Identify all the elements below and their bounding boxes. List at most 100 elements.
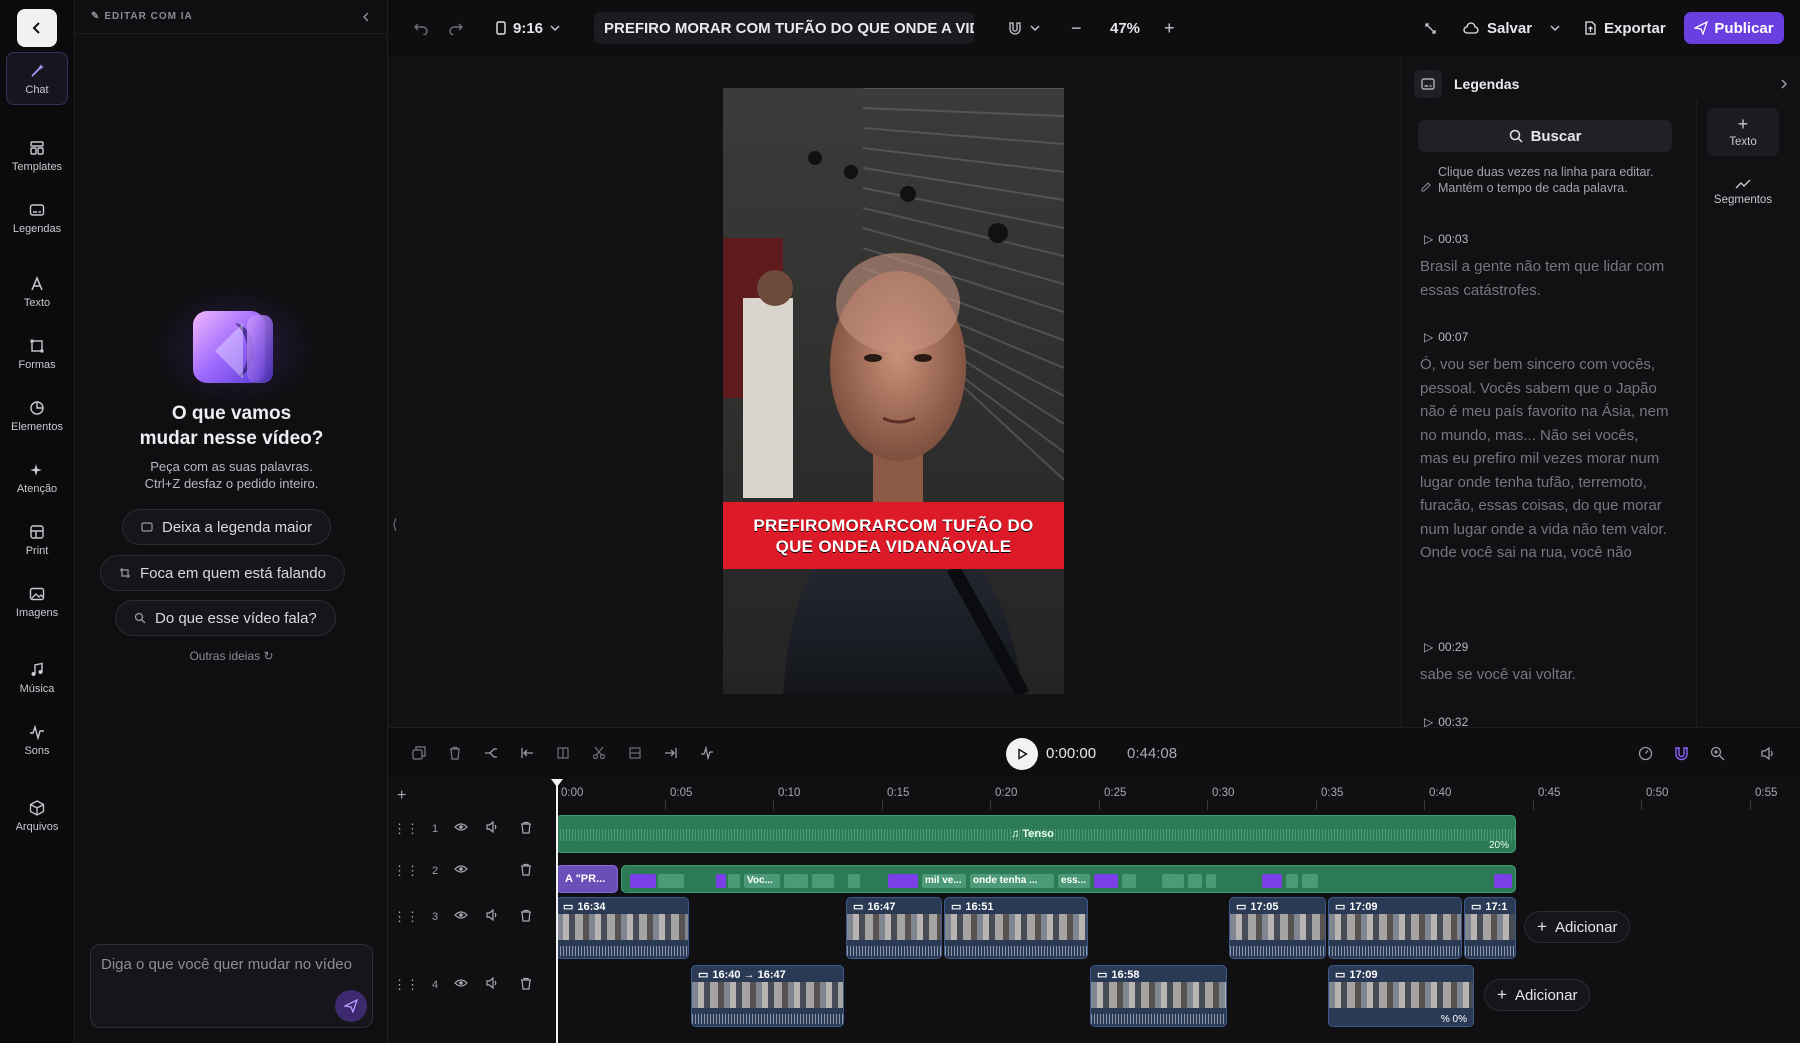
zoom-in-icon[interactable]: [1710, 746, 1725, 761]
segment-time[interactable]: ▷ 00:29: [1424, 640, 1468, 654]
drag-handle-icon[interactable]: ⋮⋮: [393, 977, 419, 993]
split-icon[interactable]: [484, 746, 498, 760]
rail-item-atencao[interactable]: Atenção: [6, 462, 68, 495]
suggestion-chip[interactable]: Deixa a legenda maior: [122, 509, 332, 545]
volume-icon[interactable]: [486, 821, 499, 833]
ai-prompt-input[interactable]: Diga o que você quer mudar no vídeo: [90, 944, 373, 1028]
rail-item-legendas[interactable]: Legendas: [6, 202, 68, 235]
rail-item-musica[interactable]: Música: [6, 662, 68, 695]
drag-handle-icon[interactable]: ⋮⋮: [393, 863, 419, 879]
video-clip[interactable]: ▭ 17:05: [1229, 897, 1326, 959]
rail-item-templates[interactable]: Templates: [6, 140, 68, 173]
duplicate-icon[interactable]: [412, 746, 426, 760]
video-clip[interactable]: ▭ 16:40 → 16:47: [691, 965, 844, 1027]
collapse-panel-button[interactable]: [361, 11, 371, 22]
rail-item-imagens[interactable]: Imagens: [6, 586, 68, 619]
rail-item-label: Print: [25, 545, 49, 557]
rail-item-chat[interactable]: Chat: [6, 52, 68, 105]
add-track-button[interactable]: +: [397, 787, 406, 805]
segment-time[interactable]: ▷ 00:03: [1424, 232, 1468, 246]
segment-text[interactable]: sabe se você vai voltar.: [1420, 663, 1670, 687]
trash-icon[interactable]: [520, 909, 532, 922]
back-button[interactable]: [17, 9, 57, 47]
eye-icon[interactable]: [454, 910, 468, 920]
save-options-button[interactable]: [1550, 0, 1560, 56]
drag-handle-icon[interactable]: ⋮⋮: [393, 909, 419, 925]
aspect-ratio-select[interactable]: 9:16: [496, 0, 560, 56]
project-title-input[interactable]: PREFIRO MORAR COM TUFÃO DO QUE ONDE A VI…: [594, 12, 974, 44]
other-ideas-link[interactable]: Outras ideias ↻: [75, 649, 388, 663]
trash-icon[interactable]: [520, 977, 532, 990]
video-caption[interactable]: PREFIROMORARCOM TUFÃO DO QUE ONDEA VIDAN…: [723, 502, 1064, 569]
rail-item-sons[interactable]: Sons: [6, 724, 68, 757]
eye-icon[interactable]: [454, 864, 468, 874]
video-clip[interactable]: ▭ 17:1: [1464, 897, 1516, 959]
add-text-button[interactable]: + Texto: [1707, 108, 1779, 156]
rail-item-arquivos[interactable]: Arquivos: [6, 800, 68, 833]
speed-icon[interactable]: [1638, 746, 1653, 761]
caption-words-track[interactable]: Voc... mil ve... onde tenha ... ess...: [621, 865, 1516, 893]
export-button[interactable]: Exportar: [1584, 0, 1666, 56]
eye-icon[interactable]: [454, 822, 468, 832]
segment-time[interactable]: ▷ 00:07: [1424, 330, 1468, 344]
segment-text[interactable]: Ó, vou ser bem sincero com vocês, pessoa…: [1420, 353, 1670, 565]
rail-item-label: Chat: [25, 84, 49, 96]
video-clip[interactable]: ▭ 16:51: [944, 897, 1088, 959]
resize-button[interactable]: [1424, 0, 1437, 56]
suggestion-chip[interactable]: Foca em quem está falando: [100, 555, 345, 591]
eye-icon[interactable]: [454, 978, 468, 988]
volume-icon[interactable]: [1760, 746, 1775, 761]
add-clip-button[interactable]: + Adicionar: [1524, 911, 1631, 943]
video-preview[interactable]: PREFIROMORARCOM TUFÃO DO QUE ONDEA VIDAN…: [723, 88, 1064, 694]
publish-button[interactable]: Publicar: [1684, 12, 1784, 44]
add-clip-button[interactable]: + Adicionar: [1484, 979, 1591, 1011]
play-button[interactable]: [1006, 738, 1038, 770]
zoom-out-button[interactable]: −: [1071, 0, 1082, 56]
trim-start-icon[interactable]: [520, 746, 534, 760]
audio-wave-icon[interactable]: [700, 746, 714, 760]
video-clip[interactable]: ▭ 17:09 % 0%: [1328, 965, 1474, 1027]
search-button[interactable]: Buscar: [1418, 120, 1672, 152]
volume-icon[interactable]: [486, 977, 499, 989]
track-number: 1: [432, 823, 439, 835]
play-icon: ▷: [1424, 330, 1434, 344]
suggestion-chip[interactable]: Do que esse vídeo fala?: [115, 600, 336, 636]
rail-item-elementos[interactable]: Elementos: [6, 400, 68, 433]
trash-icon[interactable]: [448, 746, 462, 760]
volume-icon[interactable]: [486, 909, 499, 921]
playhead-handle[interactable]: [551, 779, 563, 787]
merge-icon[interactable]: [628, 746, 642, 760]
caption-style-clip[interactable]: A "PR...: [556, 865, 618, 893]
ruler-label: 0:20: [995, 787, 1018, 799]
rail-item-texto[interactable]: Texto: [6, 276, 68, 309]
video-clip[interactable]: ▭ 16:58: [1090, 965, 1227, 1027]
video-clip[interactable]: ▭ 16:47: [846, 897, 942, 959]
crop-icon[interactable]: [556, 746, 570, 760]
magnet-snap-button[interactable]: [1008, 0, 1040, 56]
rail-item-formas[interactable]: Formas: [6, 338, 68, 371]
magnet-icon[interactable]: [1674, 746, 1689, 761]
trash-icon[interactable]: [520, 821, 532, 834]
collapse-left-handle[interactable]: ⟨: [392, 516, 397, 533]
scissors-icon[interactable]: [592, 746, 606, 760]
drag-handle-icon[interactable]: ⋮⋮: [393, 821, 419, 837]
subtitles-side-tools: + Texto Segmentos: [1696, 100, 1800, 727]
trash-icon[interactable]: [520, 863, 532, 876]
zoom-in-button[interactable]: +: [1164, 0, 1175, 56]
save-button[interactable]: Salvar: [1463, 0, 1532, 56]
segment-text[interactable]: Brasil a gente não tem que lidar com ess…: [1420, 255, 1670, 302]
playhead[interactable]: [556, 779, 558, 1043]
send-button[interactable]: [335, 990, 367, 1022]
video-clip[interactable]: ▭ 16:34: [556, 897, 689, 959]
search-icon: [1509, 129, 1523, 143]
segments-button[interactable]: Segmentos: [1707, 178, 1779, 206]
trim-end-icon[interactable]: [664, 746, 678, 760]
rail-item-print[interactable]: Print: [6, 524, 68, 557]
ruler-label: 0:30: [1212, 787, 1235, 799]
undo-button[interactable]: [414, 0, 428, 56]
music-clip[interactable]: ♫ Tenso 20%: [556, 815, 1516, 853]
redo-button[interactable]: [449, 0, 463, 56]
video-clip[interactable]: ▭ 17:09: [1328, 897, 1462, 959]
close-panel-button[interactable]: [1779, 79, 1789, 89]
music-clip-percent: 20%: [1488, 840, 1509, 851]
